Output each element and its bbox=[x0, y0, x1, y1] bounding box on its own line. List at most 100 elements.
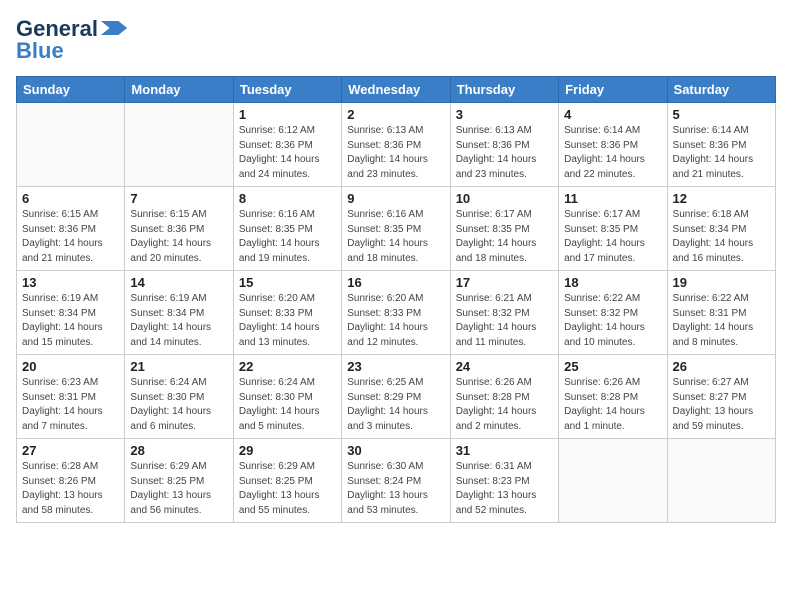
day-number: 10 bbox=[456, 191, 553, 206]
calendar-cell: 18 Sunrise: 6:22 AM Sunset: 8:32 PM Dayli… bbox=[559, 271, 667, 355]
weekday-header-sunday: Sunday bbox=[17, 77, 125, 103]
calendar-cell: 17Sunrise: 6:21 AM Sunset: 8:32 PM Dayli… bbox=[450, 271, 558, 355]
calendar-cell: 12 Sunrise: 6:18 AM Sunset: 8:34 PM Dayli… bbox=[667, 187, 775, 271]
calendar-cell: 29Sunrise: 6:29 AM Sunset: 8:25 PM Dayli… bbox=[233, 439, 341, 523]
day-info: Sunrise: 6:12 AM Sunset: 8:36 PM Dayligh… bbox=[239, 124, 336, 182]
day-info: Sunrise: 6:22 AM Sunset: 8:31 PM Dayligh… bbox=[673, 292, 770, 350]
calendar-cell: 6 Sunrise: 6:15 AM Sunset: 8:36 PM Daylig… bbox=[17, 187, 125, 271]
day-info: Sunrise: 6:16 AM Sunset: 8:35 PM Dayligh… bbox=[239, 208, 336, 266]
day-info: Sunrise: 6:13 AM Sunset: 8:36 PM Dayligh… bbox=[456, 124, 553, 182]
day-info: Sunrise: 6:17 AM Sunset: 8:35 PM Dayligh… bbox=[564, 208, 661, 266]
day-info: Sunrise: 6:14 AM Sunset: 8:36 PM Dayligh… bbox=[564, 124, 661, 182]
calendar-cell: 27 Sunrise: 6:28 AM Sunset: 8:26 PM Dayli… bbox=[17, 439, 125, 523]
day-number: 6 bbox=[22, 191, 119, 206]
day-number: 7 bbox=[130, 191, 227, 206]
week-row-5: 27 Sunrise: 6:28 AM Sunset: 8:26 PM Dayli… bbox=[17, 439, 776, 523]
week-row-4: 20 Sunrise: 6:23 AM Sunset: 8:31 PM Dayli… bbox=[17, 355, 776, 439]
day-number: 28 bbox=[130, 443, 227, 458]
calendar-cell: 5Sunrise: 6:14 AM Sunset: 8:36 PM Daylig… bbox=[667, 103, 775, 187]
day-info: Sunrise: 6:24 AM Sunset: 8:30 PM Dayligh… bbox=[239, 376, 336, 434]
week-row-2: 6 Sunrise: 6:15 AM Sunset: 8:36 PM Daylig… bbox=[17, 187, 776, 271]
day-number: 30 bbox=[347, 443, 444, 458]
day-info: Sunrise: 6:26 AM Sunset: 8:28 PM Dayligh… bbox=[564, 376, 661, 434]
logo-arrow-icon bbox=[100, 21, 128, 35]
weekday-header-monday: Monday bbox=[125, 77, 233, 103]
day-number: 1 bbox=[239, 107, 336, 122]
day-number: 27 bbox=[22, 443, 119, 458]
day-number: 31 bbox=[456, 443, 553, 458]
day-number: 15 bbox=[239, 275, 336, 290]
day-number: 9 bbox=[347, 191, 444, 206]
day-number: 4 bbox=[564, 107, 661, 122]
day-info: Sunrise: 6:18 AM Sunset: 8:34 PM Dayligh… bbox=[673, 208, 770, 266]
day-info: Sunrise: 6:13 AM Sunset: 8:36 PM Dayligh… bbox=[347, 124, 444, 182]
calendar-cell: 4 Sunrise: 6:14 AM Sunset: 8:36 PM Daylig… bbox=[559, 103, 667, 187]
calendar-cell: 20 Sunrise: 6:23 AM Sunset: 8:31 PM Dayli… bbox=[17, 355, 125, 439]
day-number: 8 bbox=[239, 191, 336, 206]
calendar-cell: 1 Sunrise: 6:12 AM Sunset: 8:36 PM Daylig… bbox=[233, 103, 341, 187]
day-number: 23 bbox=[347, 359, 444, 374]
page-header: General Blue bbox=[16, 16, 776, 64]
calendar-cell: 10 Sunrise: 6:17 AM Sunset: 8:35 PM Dayli… bbox=[450, 187, 558, 271]
calendar-cell: 26 Sunrise: 6:27 AM Sunset: 8:27 PM Dayli… bbox=[667, 355, 775, 439]
calendar-cell: 7 Sunrise: 6:15 AM Sunset: 8:36 PM Daylig… bbox=[125, 187, 233, 271]
day-number: 3 bbox=[456, 107, 553, 122]
day-number: 29 bbox=[239, 443, 336, 458]
day-info: Sunrise: 6:22 AM Sunset: 8:32 PM Dayligh… bbox=[564, 292, 661, 350]
day-info: Sunrise: 6:15 AM Sunset: 8:36 PM Dayligh… bbox=[22, 208, 119, 266]
calendar-cell: 25 Sunrise: 6:26 AM Sunset: 8:28 PM Dayli… bbox=[559, 355, 667, 439]
day-info: Sunrise: 6:26 AM Sunset: 8:28 PM Dayligh… bbox=[456, 376, 553, 434]
day-number: 17 bbox=[456, 275, 553, 290]
day-info: Sunrise: 6:25 AM Sunset: 8:29 PM Dayligh… bbox=[347, 376, 444, 434]
week-row-3: 13 Sunrise: 6:19 AM Sunset: 8:34 PM Dayli… bbox=[17, 271, 776, 355]
calendar-cell: 24 Sunrise: 6:26 AM Sunset: 8:28 PM Dayli… bbox=[450, 355, 558, 439]
day-info: Sunrise: 6:28 AM Sunset: 8:26 PM Dayligh… bbox=[22, 460, 119, 518]
day-number: 18 bbox=[564, 275, 661, 290]
day-number: 12 bbox=[673, 191, 770, 206]
day-info: Sunrise: 6:24 AM Sunset: 8:30 PM Dayligh… bbox=[130, 376, 227, 434]
calendar-cell: 13 Sunrise: 6:19 AM Sunset: 8:34 PM Dayli… bbox=[17, 271, 125, 355]
calendar-cell bbox=[17, 103, 125, 187]
weekday-header-tuesday: Tuesday bbox=[233, 77, 341, 103]
day-number: 11 bbox=[564, 191, 661, 206]
day-number: 2 bbox=[347, 107, 444, 122]
logo-blue: Blue bbox=[16, 38, 64, 64]
day-info: Sunrise: 6:30 AM Sunset: 8:24 PM Dayligh… bbox=[347, 460, 444, 518]
calendar-table: SundayMondayTuesdayWednesdayThursdayFrid… bbox=[16, 76, 776, 523]
calendar-cell: 14 Sunrise: 6:19 AM Sunset: 8:34 PM Dayli… bbox=[125, 271, 233, 355]
calendar-cell: 31 Sunrise: 6:31 AM Sunset: 8:23 PM Dayli… bbox=[450, 439, 558, 523]
day-info: Sunrise: 6:31 AM Sunset: 8:23 PM Dayligh… bbox=[456, 460, 553, 518]
day-info: Sunrise: 6:29 AM Sunset: 8:25 PM Dayligh… bbox=[130, 460, 227, 518]
day-info: Sunrise: 6:23 AM Sunset: 8:31 PM Dayligh… bbox=[22, 376, 119, 434]
day-info: Sunrise: 6:19 AM Sunset: 8:34 PM Dayligh… bbox=[22, 292, 119, 350]
calendar-cell: 2 Sunrise: 6:13 AM Sunset: 8:36 PM Daylig… bbox=[342, 103, 450, 187]
day-number: 25 bbox=[564, 359, 661, 374]
day-number: 24 bbox=[456, 359, 553, 374]
day-info: Sunrise: 6:20 AM Sunset: 8:33 PM Dayligh… bbox=[239, 292, 336, 350]
calendar-cell bbox=[125, 103, 233, 187]
day-info: Sunrise: 6:27 AM Sunset: 8:27 PM Dayligh… bbox=[673, 376, 770, 434]
day-number: 16 bbox=[347, 275, 444, 290]
day-number: 14 bbox=[130, 275, 227, 290]
day-number: 26 bbox=[673, 359, 770, 374]
calendar-cell bbox=[667, 439, 775, 523]
weekday-header-row: SundayMondayTuesdayWednesdayThursdayFrid… bbox=[17, 77, 776, 103]
day-number: 13 bbox=[22, 275, 119, 290]
day-info: Sunrise: 6:15 AM Sunset: 8:36 PM Dayligh… bbox=[130, 208, 227, 266]
week-row-1: 1 Sunrise: 6:12 AM Sunset: 8:36 PM Daylig… bbox=[17, 103, 776, 187]
calendar-cell: 22 Sunrise: 6:24 AM Sunset: 8:30 PM Dayli… bbox=[233, 355, 341, 439]
calendar-cell: 16Sunrise: 6:20 AM Sunset: 8:33 PM Dayli… bbox=[342, 271, 450, 355]
calendar-cell: 19Sunrise: 6:22 AM Sunset: 8:31 PM Dayli… bbox=[667, 271, 775, 355]
day-number: 21 bbox=[130, 359, 227, 374]
weekday-header-saturday: Saturday bbox=[667, 77, 775, 103]
day-info: Sunrise: 6:16 AM Sunset: 8:35 PM Dayligh… bbox=[347, 208, 444, 266]
day-number: 20 bbox=[22, 359, 119, 374]
logo: General Blue bbox=[16, 16, 128, 64]
day-info: Sunrise: 6:19 AM Sunset: 8:34 PM Dayligh… bbox=[130, 292, 227, 350]
day-number: 22 bbox=[239, 359, 336, 374]
day-info: Sunrise: 6:17 AM Sunset: 8:35 PM Dayligh… bbox=[456, 208, 553, 266]
calendar-cell: 28 Sunrise: 6:29 AM Sunset: 8:25 PM Dayli… bbox=[125, 439, 233, 523]
weekday-header-wednesday: Wednesday bbox=[342, 77, 450, 103]
calendar-cell: 9 Sunrise: 6:16 AM Sunset: 8:35 PM Daylig… bbox=[342, 187, 450, 271]
day-info: Sunrise: 6:14 AM Sunset: 8:36 PM Dayligh… bbox=[673, 124, 770, 182]
